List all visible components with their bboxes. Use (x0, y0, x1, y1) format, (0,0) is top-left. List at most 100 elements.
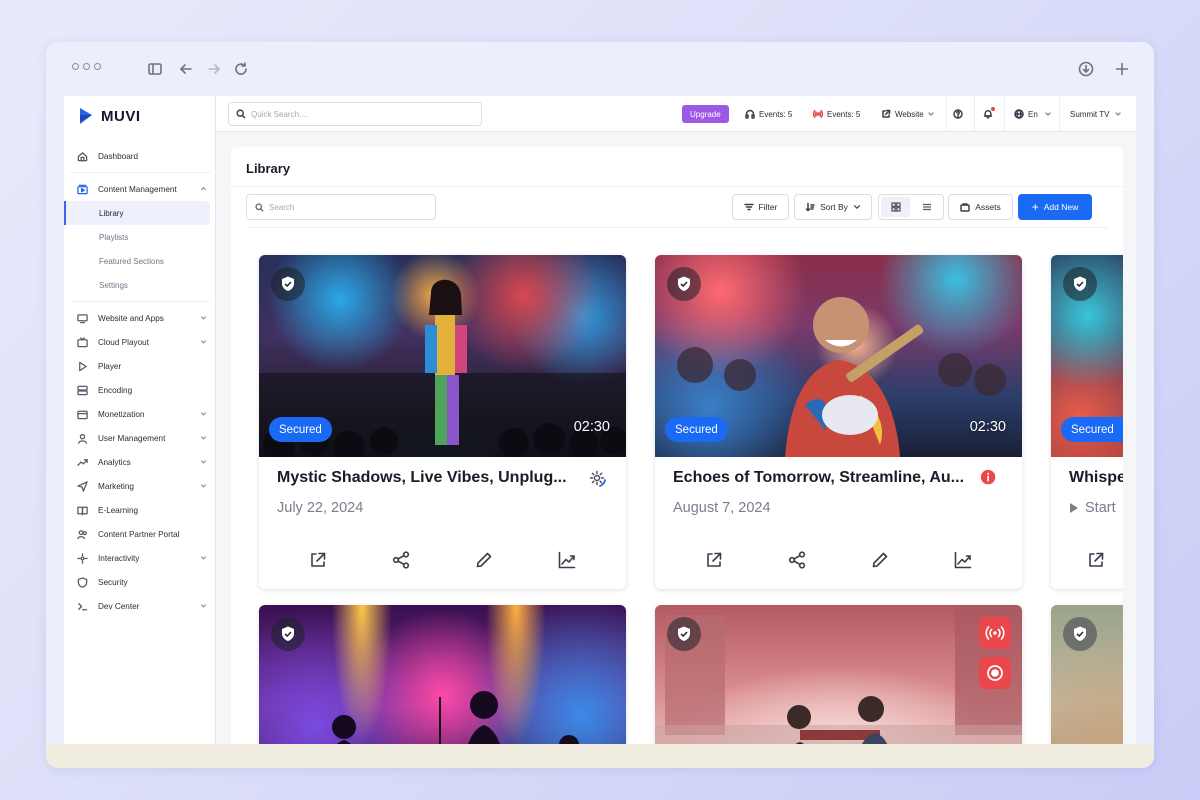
sidebar-item-cloud-playout[interactable]: Cloud Playout (64, 330, 216, 354)
sidebar-item-content-management[interactable]: Content Management (64, 177, 216, 201)
list-view-button[interactable] (912, 197, 941, 217)
quick-search-input[interactable] (251, 109, 471, 119)
add-new-button[interactable]: + Add New (1018, 194, 1092, 220)
open-external-button[interactable] (699, 545, 729, 575)
view-toggle[interactable] (878, 194, 944, 220)
card-title[interactable]: Whispe (1069, 469, 1123, 487)
sidebar-item-player[interactable]: Player (64, 354, 216, 378)
share-button[interactable] (386, 545, 416, 575)
card-thumbnail[interactable] (655, 605, 1022, 744)
sidebar-item-label: Security (98, 577, 128, 587)
external-link-icon (707, 552, 722, 567)
window-controls[interactable] (72, 63, 101, 70)
edit-button[interactable] (865, 545, 895, 575)
share-icon (393, 551, 410, 569)
sidebar-item-marketing[interactable]: Marketing (64, 474, 216, 498)
analytics-button[interactable] (552, 545, 582, 575)
library-panel: Library Filter Sort By (231, 147, 1123, 744)
secured-shield-icon (1063, 617, 1097, 651)
sidebar-item-dev-center[interactable]: Dev Center (64, 594, 216, 618)
share-button[interactable] (782, 545, 812, 575)
sidebar: MUVI Dashboard Content Management Librar… (64, 96, 216, 744)
add-new-label: Add New (1043, 202, 1079, 212)
secured-shield-icon (271, 267, 305, 301)
reload-icon[interactable] (232, 60, 250, 78)
grid-view-button[interactable] (881, 197, 910, 217)
library-search-input[interactable] (269, 202, 429, 212)
live-broadcast-icon[interactable] (979, 617, 1011, 649)
content-card[interactable]: Secured Whispe Start (1051, 255, 1123, 589)
record-icon[interactable] (979, 657, 1011, 689)
website-link[interactable]: Website (881, 96, 934, 132)
sidebar-item-website-and-apps[interactable]: Website and Apps (64, 306, 216, 330)
card-start-action[interactable]: Start (1069, 500, 1116, 516)
card-thumbnail[interactable] (259, 605, 626, 744)
analytics-button[interactable] (948, 545, 978, 575)
sidebar-item-content-partner-portal[interactable]: Content Partner Portal (64, 522, 216, 546)
sidebar-item-dashboard[interactable]: Dashboard (64, 144, 216, 168)
window-footer (46, 744, 1154, 768)
assets-button[interactable]: Assets (948, 194, 1013, 220)
edit-button[interactable] (469, 545, 499, 575)
sidebar-item-label: Interactivity (98, 553, 140, 563)
card-thumbnail[interactable]: Secured 02:30 (259, 255, 626, 457)
card-thumbnail[interactable] (1051, 605, 1123, 744)
sidebar-item-encoding[interactable]: Encoding (64, 378, 216, 402)
new-tab-plus-icon[interactable] (1113, 60, 1131, 78)
sidebar-item-analytics[interactable]: Analytics (64, 450, 216, 474)
content-card[interactable]: Secured 02:30 Echoes of Tomorrow, Stream… (655, 255, 1022, 589)
sidebar-item-monetization[interactable]: Monetization (64, 402, 216, 426)
card-thumbnail[interactable]: Secured 02:30 (655, 255, 1022, 457)
upgrade-button[interactable]: Upgrade (682, 105, 729, 123)
open-external-button[interactable] (1081, 545, 1111, 575)
card-thumbnail[interactable]: Secured (1051, 255, 1123, 457)
help-icon (953, 109, 963, 119)
sidebar-item-e-learning[interactable]: E-Learning (64, 498, 216, 522)
sidebar-subitem-label: Featured Sections (99, 256, 164, 266)
sidebar-subitem-playlists[interactable]: Playlists (64, 225, 216, 249)
sidebar-subitem-library[interactable]: Library (64, 201, 210, 225)
content-card[interactable] (655, 605, 1022, 744)
language-selector[interactable]: En (1014, 96, 1051, 132)
sidebar-item-user-management[interactable]: User Management (64, 426, 216, 450)
divider (1004, 96, 1005, 132)
window-dot-maximize[interactable] (94, 63, 101, 70)
help-button[interactable] (953, 96, 963, 132)
filter-button[interactable]: Filter (732, 194, 789, 220)
card-date: July 22, 2024 (277, 500, 364, 516)
content-card[interactable]: Secured 02:30 Mystic Shadows, Live Vibes… (259, 255, 626, 589)
logo[interactable]: MUVI (78, 106, 141, 126)
sidebar-item-label: Dashboard (98, 151, 139, 161)
info-icon[interactable] (980, 469, 1000, 489)
chevron-down-icon (200, 410, 208, 418)
sidebar-subitem-settings[interactable]: Settings (64, 273, 216, 297)
terminal-icon (76, 600, 88, 612)
content-card[interactable] (259, 605, 626, 744)
sort-icon (805, 202, 815, 212)
sidebar-item-label: Content Management (98, 184, 177, 194)
window-dot-close[interactable] (72, 63, 79, 70)
back-arrow-icon[interactable] (177, 60, 195, 78)
download-icon[interactable] (1077, 60, 1095, 78)
sidebar-toggle-icon[interactable] (146, 60, 164, 78)
account-selector[interactable]: Summit TV (1070, 96, 1122, 132)
events-live[interactable]: Events: 5 (813, 96, 860, 132)
card-title[interactable]: Mystic Shadows, Live Vibes, Unplug... (277, 469, 577, 487)
sidebar-item-security[interactable]: Security (64, 570, 216, 594)
notifications-button[interactable] (983, 96, 995, 132)
open-external-button[interactable] (303, 545, 333, 575)
window-dot-minimize[interactable] (83, 63, 90, 70)
sidebar-subitem-featured-sections[interactable]: Featured Sections (64, 249, 216, 273)
library-search[interactable] (246, 194, 436, 220)
shield-icon (76, 576, 88, 588)
sidebar-subitem-label: Playlists (99, 232, 129, 242)
events-audio[interactable]: Events: 5 (745, 96, 792, 132)
forward-arrow-icon[interactable] (205, 60, 223, 78)
card-title[interactable]: Echoes of Tomorrow, Streamline, Au... (673, 469, 973, 487)
chevron-down-icon (200, 602, 208, 610)
sort-by-dropdown[interactable]: Sort By (794, 194, 872, 220)
sidebar-item-interactivity[interactable]: Interactivity (64, 546, 216, 570)
sidebar-item-label: Encoding (98, 385, 133, 395)
content-card[interactable] (1051, 605, 1123, 744)
quick-search[interactable] (228, 102, 482, 126)
